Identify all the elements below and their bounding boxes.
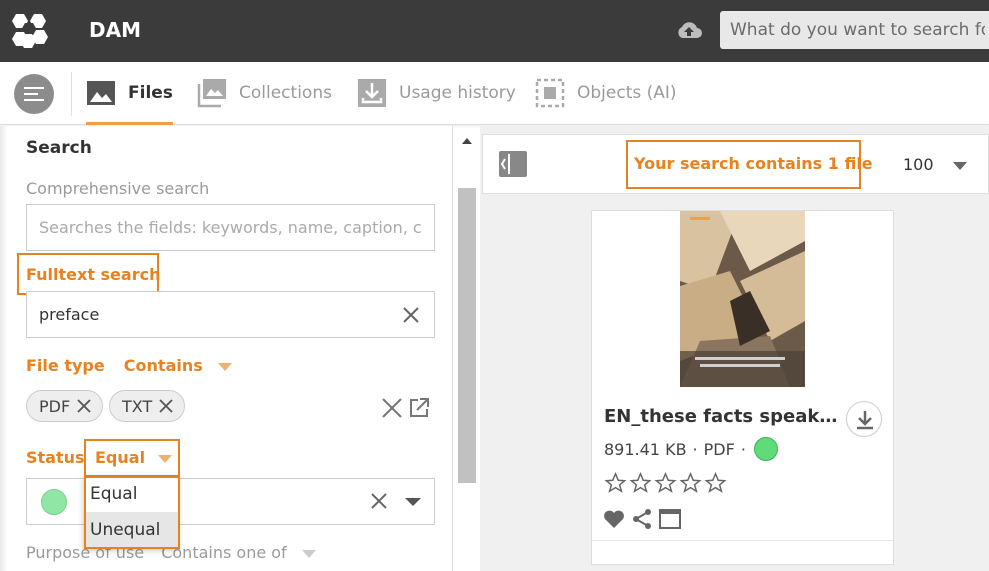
chip-label: TXT (122, 396, 153, 416)
chevron-down-icon[interactable] (301, 549, 316, 558)
tab-files[interactable]: Files (86, 62, 173, 125)
file-type: PDF (703, 439, 735, 459)
scroll-thumb[interactable] (458, 188, 476, 483)
status-color-swatch (41, 489, 67, 515)
logo-icon[interactable] (10, 12, 54, 50)
clear-all-icon[interactable] (381, 397, 403, 419)
hamburger-line (24, 87, 44, 89)
chevron-down-icon (158, 454, 173, 463)
download-button[interactable] (846, 401, 882, 437)
file-type-operator[interactable]: Contains (124, 356, 203, 375)
file-title[interactable]: EN_these facts speak in f... (604, 406, 840, 427)
star-icon[interactable] (629, 472, 652, 494)
file-thumbnail[interactable] (680, 211, 805, 387)
image-icon (87, 81, 115, 105)
file-meta: 891.41 KB · PDF · (604, 437, 778, 461)
tab-label: Collections (239, 83, 332, 103)
tab-objects-ai[interactable]: Objects (AI) (535, 62, 677, 124)
collections-icon (197, 79, 226, 108)
file-type-label: File type (26, 356, 105, 375)
divider (591, 540, 894, 541)
download-icon (857, 411, 873, 430)
app-title: DAM (89, 18, 141, 42)
result-count: Your search contains 1 file (634, 154, 873, 173)
tab-label: Objects (AI) (577, 83, 677, 103)
star-icon[interactable] (679, 472, 702, 494)
hamburger-line (24, 99, 44, 101)
status-label: Status (26, 448, 85, 467)
hamburger-line (24, 93, 38, 95)
meta-separator: · (692, 439, 698, 459)
star-icon[interactable] (654, 472, 677, 494)
per-page-select[interactable]: 100 (903, 155, 967, 174)
fulltext-search-input[interactable]: preface (26, 291, 435, 338)
clear-icon[interactable] (402, 306, 420, 324)
chevron-down-icon[interactable] (405, 498, 421, 506)
status-operator-select[interactable]: Equal (95, 448, 173, 467)
chip-txt: TXT (109, 390, 186, 422)
card-actions (603, 508, 681, 530)
scroll-up-arrow[interactable] (462, 138, 472, 144)
status-operator: Equal (95, 448, 146, 467)
chip-pdf: PDF (26, 390, 104, 422)
tab-collections[interactable]: Collections (197, 62, 332, 124)
tab-usage-history[interactable]: Usage history (357, 62, 516, 124)
per-page-value: 100 (903, 155, 934, 174)
object-detect-icon (535, 78, 565, 108)
collapse-panel-icon[interactable] (498, 150, 528, 178)
window-icon[interactable] (659, 509, 681, 529)
star-icon[interactable] (704, 472, 727, 494)
remove-chip-icon[interactable] (158, 398, 174, 414)
divider (71, 72, 72, 116)
star-icon[interactable] (604, 472, 627, 494)
fulltext-value: preface (39, 305, 100, 324)
search-section-title: Search (26, 138, 92, 158)
panel-shadow (0, 126, 8, 571)
global-search-input[interactable] (720, 11, 989, 49)
chip-label: PDF (39, 396, 71, 416)
status-dot (753, 437, 778, 461)
open-external-icon[interactable] (408, 397, 430, 419)
comprehensive-search-label: Comprehensive search (26, 179, 210, 198)
chevron-down-icon (952, 161, 967, 170)
heart-icon[interactable] (603, 509, 625, 529)
rating (604, 472, 727, 494)
tab-label: Usage history (399, 83, 516, 103)
purpose-operator[interactable]: Contains one of (161, 543, 286, 562)
file-size: 891.41 KB (604, 439, 687, 459)
download-tray-icon (358, 79, 386, 107)
clear-icon[interactable] (370, 492, 388, 510)
fulltext-search-label: Fulltext search (26, 265, 161, 284)
status-label-wrap: Status (26, 448, 85, 467)
tab-label: Files (128, 83, 173, 103)
remove-chip-icon[interactable] (76, 398, 92, 414)
cloud-upload-icon[interactable] (676, 20, 702, 42)
chevron-down-icon[interactable] (217, 362, 232, 371)
menu-button[interactable] (14, 74, 54, 114)
highlight-frame (84, 476, 180, 549)
meta-separator: · (740, 439, 746, 459)
file-type-filter-header: File type Contains (26, 356, 232, 375)
tab-bar: Files Collections Usage history Objects … (0, 62, 989, 125)
share-icon[interactable] (631, 508, 653, 530)
comprehensive-search-input[interactable] (26, 204, 435, 251)
